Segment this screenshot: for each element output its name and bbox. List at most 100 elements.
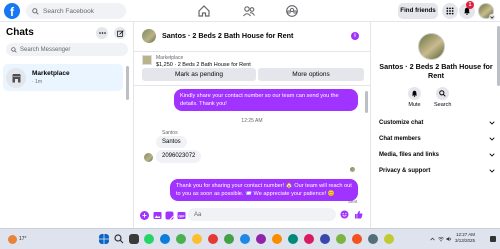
thumbs-up-icon[interactable] xyxy=(354,210,363,219)
image-icon[interactable] xyxy=(153,211,162,220)
clock-date: 3/13/2025 xyxy=(455,237,476,243)
chat-title[interactable]: Santos · 2 Beds 2 Bath House for Rent xyxy=(162,31,293,40)
facebook-search-input[interactable]: Search Facebook xyxy=(26,3,126,19)
chrome-profile-icon[interactable] xyxy=(224,234,234,244)
details-title: Santos · 2 Beds 2 Bath House for Rent xyxy=(379,62,493,80)
facebook-logo[interactable]: f xyxy=(4,3,20,19)
chevron-down-icon xyxy=(490,15,494,19)
messenger-search-placeholder: Search Messenger xyxy=(20,46,71,53)
chats-sidebar: Chats Search Messenger Marketplace · 1m xyxy=(0,22,134,228)
incoming-message[interactable]: 2096023072 xyxy=(156,150,202,163)
chevron-down-icon xyxy=(489,169,495,173)
section-customize-chat[interactable]: Customize chat xyxy=(379,117,495,129)
chat-header: Santos · 2 Beds 2 Bath House for Rent i xyxy=(134,22,370,52)
chrome-profile-icon[interactable] xyxy=(320,234,330,244)
shop-icon xyxy=(11,73,21,82)
menu-button[interactable] xyxy=(442,3,458,19)
compose-icon xyxy=(116,29,124,37)
chrome-profile-icon[interactable] xyxy=(352,234,362,244)
browser-icon[interactable] xyxy=(160,234,170,244)
whatsapp-icon[interactable] xyxy=(144,234,154,244)
section-chat-members[interactable]: Chat members xyxy=(379,133,495,145)
chat-avatar[interactable] xyxy=(142,29,156,43)
system-clock[interactable]: 12:27 AM 3/13/2025 xyxy=(455,232,475,243)
chevron-down-icon xyxy=(489,153,495,157)
notification-badge: 1 xyxy=(466,1,474,9)
messenger-search-input[interactable]: Search Messenger xyxy=(6,43,128,56)
top-navigation-bar: f Search Facebook Find friends 1 xyxy=(0,0,500,22)
section-label: Customize chat xyxy=(379,120,424,126)
search-icon[interactable] xyxy=(114,234,124,244)
sent-status: Sent xyxy=(348,199,358,204)
sender-avatar[interactable] xyxy=(144,153,153,162)
sidebar-scrollbar[interactable] xyxy=(126,66,129,100)
conversation-marketplace[interactable]: Marketplace · 1m xyxy=(3,64,123,91)
listing-photo[interactable] xyxy=(418,33,445,60)
message-placeholder: Aa xyxy=(194,211,202,218)
search-icon xyxy=(439,90,446,97)
volume-icon[interactable] xyxy=(446,236,452,242)
chevron-up-icon[interactable] xyxy=(430,237,435,241)
info-icon[interactable]: i xyxy=(351,32,359,40)
windows-start-icon[interactable] xyxy=(99,234,109,244)
account-chevron[interactable] xyxy=(489,14,495,20)
gif-icon[interactable]: GIF xyxy=(177,211,186,220)
listing-category: Marketplace xyxy=(156,55,184,61)
chrome-profile-icon[interactable] xyxy=(288,234,298,244)
plus-icon[interactable]: + xyxy=(140,211,149,220)
search-label: Search xyxy=(434,102,452,108)
outgoing-message[interactable]: Kindly share your contact number so our … xyxy=(174,89,358,111)
chrome-profile-icon[interactable] xyxy=(256,234,266,244)
home-icon[interactable] xyxy=(197,4,211,18)
mute-label: Mute xyxy=(408,102,421,108)
outgoing-message[interactable]: Thank you for sharing your contact numbe… xyxy=(170,179,358,201)
chats-title: Chats xyxy=(6,27,34,38)
task-view-icon[interactable] xyxy=(129,234,139,244)
mark-as-pending-button[interactable]: Mark as pending xyxy=(142,68,256,81)
weather-icon[interactable] xyxy=(8,235,17,244)
new-message-button[interactable] xyxy=(114,27,126,39)
svg-text:GIF: GIF xyxy=(178,214,185,218)
chrome-profile-icon[interactable] xyxy=(368,234,378,244)
notification-center-icon[interactable] xyxy=(490,236,496,242)
section-label: Media, files and links xyxy=(379,152,440,158)
divider xyxy=(134,85,370,86)
windows-taskbar: 17° 12:27 AM 3/13/2025 xyxy=(0,228,500,249)
friends-icon[interactable] xyxy=(242,4,256,18)
section-media-files-links[interactable]: Media, files and links xyxy=(379,149,495,161)
section-label: Chat members xyxy=(379,136,421,142)
section-privacy-support[interactable]: Privacy & support xyxy=(379,165,495,177)
chrome-profile-icon[interactable] xyxy=(272,234,282,244)
chat-scrollbar[interactable] xyxy=(365,91,368,113)
conversation-name: Marketplace xyxy=(32,70,70,77)
chrome-icon[interactable] xyxy=(176,234,186,244)
incoming-message[interactable]: Santos xyxy=(156,136,187,148)
chrome-profile-icon[interactable] xyxy=(304,234,314,244)
chrome-profile-icon[interactable] xyxy=(384,234,394,244)
wifi-icon[interactable] xyxy=(438,236,444,242)
groups-icon[interactable] xyxy=(285,4,299,18)
search-conversation-button[interactable]: Search xyxy=(434,87,451,108)
chrome-profile-icon[interactable] xyxy=(240,234,250,244)
section-label: Privacy & support xyxy=(379,168,431,174)
message-timestamp: 12:25 AM xyxy=(241,118,263,124)
seen-avatar xyxy=(350,167,355,172)
chrome-profile-icon[interactable] xyxy=(192,234,202,244)
conversation-details-panel: Santos · 2 Beds 2 Bath House for Rent Mu… xyxy=(370,22,500,228)
emoji-icon[interactable] xyxy=(340,210,349,219)
mute-button[interactable]: Mute xyxy=(408,87,421,108)
more-options-button[interactable]: More options xyxy=(258,68,364,81)
chat-options-button[interactable] xyxy=(96,27,108,39)
chrome-profile-icon[interactable] xyxy=(208,234,218,244)
weather-temperature[interactable]: 17° xyxy=(19,236,27,242)
message-composer: + GIF Aa xyxy=(134,206,370,228)
marketplace-avatar xyxy=(6,67,26,88)
listing-thumbnail[interactable] xyxy=(142,55,152,65)
sticker-icon[interactable] xyxy=(165,211,174,220)
message-input[interactable]: Aa xyxy=(188,208,336,221)
chrome-profile-icon[interactable] xyxy=(336,234,346,244)
chat-window: Santos · 2 Beds 2 Bath House for Rent i … xyxy=(134,22,370,228)
chevron-down-icon xyxy=(489,121,495,125)
find-friends-button[interactable]: Find friends xyxy=(398,3,438,19)
grid-menu-icon xyxy=(446,7,454,15)
